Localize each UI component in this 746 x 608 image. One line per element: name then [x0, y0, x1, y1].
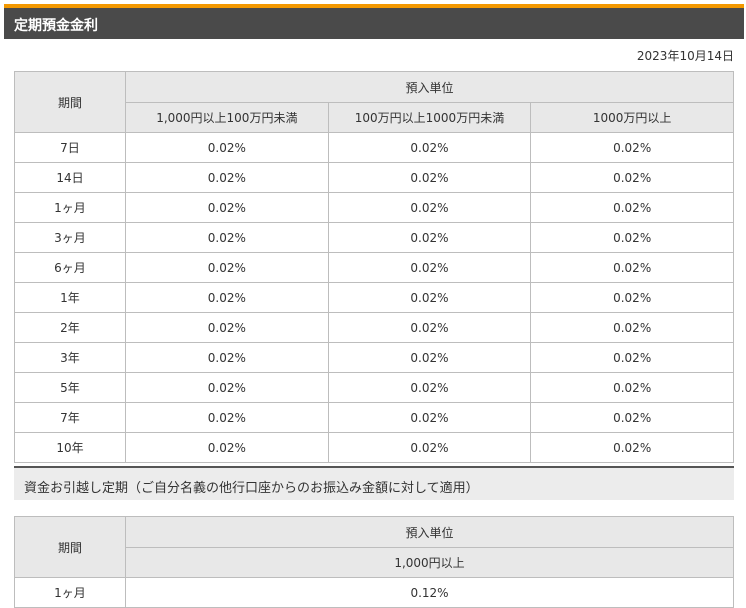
table-row: 5年 0.02% 0.02% 0.02%: [14, 372, 734, 403]
rate-cell: 0.02%: [530, 192, 734, 223]
rate-cell: 0.02%: [530, 342, 734, 373]
rate-cell: 0.02%: [327, 192, 532, 223]
rate-cell: 0.02%: [125, 372, 329, 403]
rate-cell: 0.02%: [327, 432, 532, 463]
table-row: 1ヶ月 0.02% 0.02% 0.02%: [14, 192, 734, 223]
rate-cell: 0.02%: [327, 372, 532, 403]
rate-cell: 0.02%: [327, 312, 532, 343]
rate-cell: 0.02%: [125, 222, 329, 253]
rate-cell: 0.02%: [125, 342, 329, 373]
rate-cell: 0.02%: [125, 162, 329, 193]
rate-cell: 0.12%: [125, 577, 734, 608]
rates-table: 期間 預入単位 1,000円以上100万円未満 100万円以上1000万円未満 …: [14, 71, 734, 463]
rate-cell: 0.02%: [327, 162, 532, 193]
table-row: 2年 0.02% 0.02% 0.02%: [14, 312, 734, 343]
as-of-date: 2023年10月14日: [636, 49, 734, 63]
period-cell: 14日: [14, 162, 126, 193]
table-row: 14日 0.02% 0.02% 0.02%: [14, 162, 734, 193]
period-cell: 3ヶ月: [14, 222, 126, 253]
period-cell: 7年: [14, 402, 126, 433]
period-cell: 2年: [14, 312, 126, 343]
column-header: 1,000円以上: [125, 547, 734, 578]
table-row: 3ヶ月 0.02% 0.02% 0.02%: [14, 222, 734, 253]
rate-cell: 0.02%: [530, 282, 734, 313]
rate-cell: 0.02%: [530, 252, 734, 283]
rate-cell: 0.02%: [530, 222, 734, 253]
table-row: 1ヶ月 0.12%: [14, 577, 734, 608]
rate-cell: 0.02%: [125, 282, 329, 313]
rate-cell: 0.02%: [530, 312, 734, 343]
rate-cell: 0.02%: [125, 132, 329, 163]
rates-table-body: 7日 0.02% 0.02% 0.02% 14日 0.02% 0.02% 0.02% 1ヶ月 0.…: [14, 132, 734, 463]
rate-cell: 0.02%: [530, 402, 734, 433]
period-cell: 1年: [14, 282, 126, 313]
rate-cell: 0.02%: [327, 402, 532, 433]
period-header: 期間: [14, 516, 126, 578]
rate-cell: 0.02%: [530, 132, 734, 163]
unit-header: 預入単位: [125, 516, 734, 548]
transfer-section-title: 資金お引越し定期（ご自分名義の他行口座からのお振込み金額に対して適用）: [24, 481, 479, 496]
transfer-rates-table: 期間 預入単位 1,000円以上 1ヶ月 0.12%: [14, 516, 734, 608]
rate-cell: 0.02%: [327, 342, 532, 373]
period-cell: 7日: [14, 132, 126, 163]
rate-cell: 0.02%: [125, 402, 329, 433]
rate-cell: 0.02%: [125, 192, 329, 223]
period-cell: 10年: [14, 432, 126, 463]
page-header: 定期預金金利: [4, 4, 744, 39]
table-row: 10年 0.02% 0.02% 0.02%: [14, 432, 734, 463]
rate-cell: 0.02%: [327, 252, 532, 283]
rate-cell: 0.02%: [327, 222, 532, 253]
period-cell: 1ヶ月: [14, 577, 126, 608]
rate-cell: 0.02%: [530, 372, 734, 403]
rate-cell: 0.02%: [530, 162, 734, 193]
period-cell: 1ヶ月: [14, 192, 126, 223]
transfer-section-heading: 資金お引越し定期（ご自分名義の他行口座からのお振込み金額に対して適用）: [14, 466, 734, 500]
table-row: 7年 0.02% 0.02% 0.02%: [14, 402, 734, 433]
table-row: 7日 0.02% 0.02% 0.02%: [14, 132, 734, 163]
period-cell: 5年: [14, 372, 126, 403]
column-header: 1,000円以上100万円未満: [125, 102, 329, 133]
rate-cell: 0.02%: [125, 252, 329, 283]
table-row: 6ヶ月 0.02% 0.02% 0.02%: [14, 252, 734, 283]
rate-cell: 0.02%: [125, 432, 329, 463]
page-title: 定期預金金利: [14, 18, 98, 34]
table-row: 3年 0.02% 0.02% 0.02%: [14, 342, 734, 373]
rate-cell: 0.02%: [327, 132, 532, 163]
rate-cell: 0.02%: [125, 312, 329, 343]
period-cell: 3年: [14, 342, 126, 373]
table-row: 1年 0.02% 0.02% 0.02%: [14, 282, 734, 313]
period-cell: 6ヶ月: [14, 252, 126, 283]
period-header: 期間: [14, 71, 126, 133]
column-header: 1000万円以上: [530, 102, 734, 133]
column-header: 100万円以上1000万円未満: [327, 102, 532, 133]
rate-cell: 0.02%: [530, 432, 734, 463]
unit-header: 預入単位: [125, 71, 734, 103]
rate-cell: 0.02%: [327, 282, 532, 313]
